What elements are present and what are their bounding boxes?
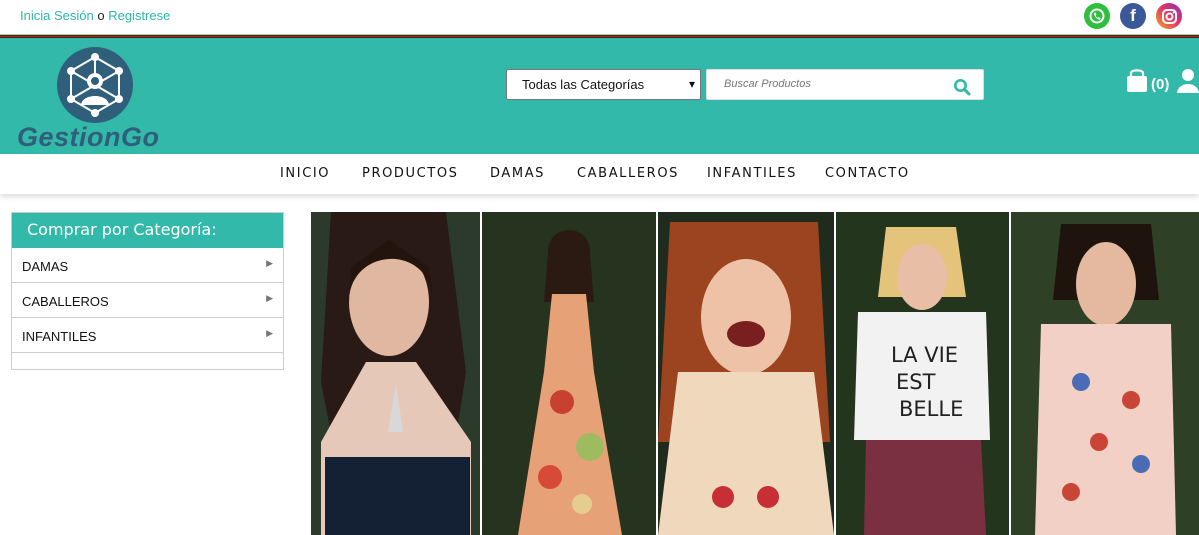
chevron-right-icon: ▶ <box>266 258 273 268</box>
register-link[interactable]: Registrese <box>108 8 170 23</box>
category-item-infantiles[interactable]: INFANTILES ▶ <box>12 318 283 353</box>
chevron-right-icon: ▶ <box>266 328 273 338</box>
banner-photo-woman-4: LA VIE EST BELLE <box>836 212 1009 535</box>
nav-item-contacto[interactable]: CONTACTO <box>825 166 910 181</box>
auth-links: Inicia Sesión o Registrese <box>20 8 170 23</box>
chevron-right-icon: ▶ <box>266 293 273 303</box>
category-sidebar: Comprar por Categoría: DAMAS ▶ CABALLEROS… <box>11 212 284 370</box>
banner-photo-woman-2 <box>482 212 656 535</box>
search-icon[interactable] <box>953 78 971 100</box>
banner-photo-woman-3 <box>658 212 834 535</box>
top-bar: Inicia Sesión o Registrese f <box>0 0 1199 34</box>
category-item-label: INFANTILES <box>22 329 97 344</box>
nav-item-infantiles[interactable]: INFANTILES <box>707 166 797 181</box>
cart-count[interactable]: (0) <box>1151 76 1169 93</box>
nav-item-caballeros[interactable]: CABALLEROS <box>577 166 679 181</box>
category-sidebar-title: Comprar por Categoría: <box>12 213 283 248</box>
hero-banner[interactable]: LA VIE EST BELLE <box>311 212 1199 535</box>
chevron-down-icon: ▾ <box>688 77 695 91</box>
brand-name[interactable]: GestionGo <box>17 122 160 153</box>
main-nav: INICIO PRODUCTOS DAMAS CABALLEROS INFANT… <box>0 154 1199 194</box>
instagram-icon[interactable] <box>1156 3 1182 29</box>
auth-separator: o <box>97 8 105 23</box>
logo-icon[interactable] <box>57 47 133 123</box>
login-link[interactable]: Inicia Sesión <box>20 8 94 23</box>
category-item-damas[interactable]: DAMAS ▶ <box>12 248 283 283</box>
nav-item-damas[interactable]: DAMAS <box>490 166 545 181</box>
banner-photo-woman-5 <box>1011 212 1199 535</box>
svg-text:BELLE: BELLE <box>899 397 963 421</box>
banner-photo-woman-1 <box>311 212 480 535</box>
category-select-value: Todas las Categorías <box>522 77 645 92</box>
category-item-label: DAMAS <box>22 259 69 274</box>
whatsapp-icon[interactable] <box>1084 3 1110 29</box>
facebook-icon[interactable]: f <box>1120 3 1146 29</box>
category-item-caballeros[interactable]: CABALLEROS ▶ <box>12 283 283 318</box>
category-item-label: CABALLEROS <box>22 294 109 309</box>
svg-text:LA VIE: LA VIE <box>891 343 958 367</box>
nav-item-productos[interactable]: PRODUCTOS <box>362 166 459 181</box>
search-bar[interactable]: Buscar Productos <box>706 69 984 100</box>
nav-item-inicio[interactable]: INICIO <box>280 166 330 181</box>
svg-text:EST: EST <box>896 370 936 394</box>
site-header: GestionGo Todas las Categorías ▾ Buscar … <box>0 38 1199 154</box>
category-select[interactable]: Todas las Categorías ▾ <box>506 69 701 100</box>
search-input[interactable]: Buscar Productos <box>724 78 811 90</box>
user-icon[interactable] <box>1177 68 1199 98</box>
shopping-bag-icon[interactable] <box>1126 67 1148 97</box>
